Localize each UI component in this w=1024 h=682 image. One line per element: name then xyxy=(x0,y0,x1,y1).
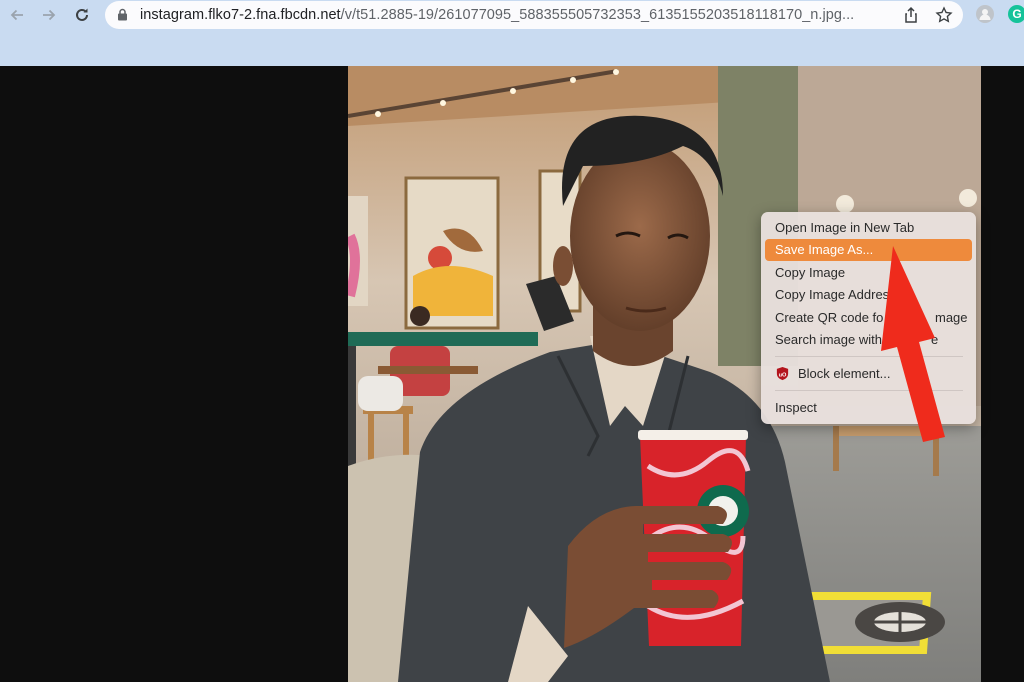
forward-button[interactable] xyxy=(37,3,61,27)
menu-separator xyxy=(775,390,963,391)
star-icon[interactable] xyxy=(935,6,953,24)
menu-item-label: Create QR code fo xyxy=(775,310,884,325)
menu-item-label-tail: e xyxy=(931,332,939,347)
menu-item-copy-image[interactable]: Copy Image xyxy=(765,262,972,284)
menu-item-label: Block element... xyxy=(798,366,891,381)
menu-item-create-qr-code[interactable]: Create QR code fo mage xyxy=(765,307,972,329)
menu-item-label-tail: mage xyxy=(935,310,968,325)
back-button[interactable] xyxy=(5,3,29,27)
svg-text:uO: uO xyxy=(779,372,787,378)
address-bar[interactable]: instagram.flko7-2.fna.fbcdn.net/v/t51.28… xyxy=(105,1,963,29)
lock-icon[interactable] xyxy=(117,8,128,21)
arrow-right-icon xyxy=(43,9,56,21)
menu-item-open-image-new-tab[interactable]: Open Image in New Tab xyxy=(765,217,972,239)
grammarly-extension-icon[interactable]: G xyxy=(1008,5,1024,23)
menu-item-inspect[interactable]: Inspect xyxy=(765,397,972,419)
ublock-origin-icon: uO xyxy=(776,366,789,381)
url-host: instagram.flko7-2.fna.fbcdn.net xyxy=(140,7,341,23)
profile-avatar-icon[interactable] xyxy=(976,5,994,23)
share-icon[interactable] xyxy=(902,6,920,24)
arrow-left-icon xyxy=(10,9,23,21)
menu-item-search-image[interactable]: Search image with e xyxy=(765,329,972,351)
menu-item-save-image-as[interactable]: Save Image As... xyxy=(765,239,972,261)
browser-toolbar: instagram.flko7-2.fna.fbcdn.net/v/t51.28… xyxy=(0,0,1024,66)
queue-barrier xyxy=(348,332,538,346)
url-text[interactable]: instagram.flko7-2.fna.fbcdn.net/v/t51.28… xyxy=(140,7,854,23)
menu-separator xyxy=(775,356,963,357)
menu-item-block-element[interactable]: uO Block element... xyxy=(765,363,972,385)
image-context-menu: Open Image in New Tab Save Image As... C… xyxy=(761,212,976,424)
url-path: /v/t51.2885-19/261077095_588355505732353… xyxy=(340,7,855,23)
reload-icon xyxy=(76,8,88,21)
menu-item-copy-image-address[interactable]: Copy Image Addres xyxy=(765,284,972,306)
menu-item-label: Search image with xyxy=(775,332,882,347)
reload-button[interactable] xyxy=(70,3,94,27)
